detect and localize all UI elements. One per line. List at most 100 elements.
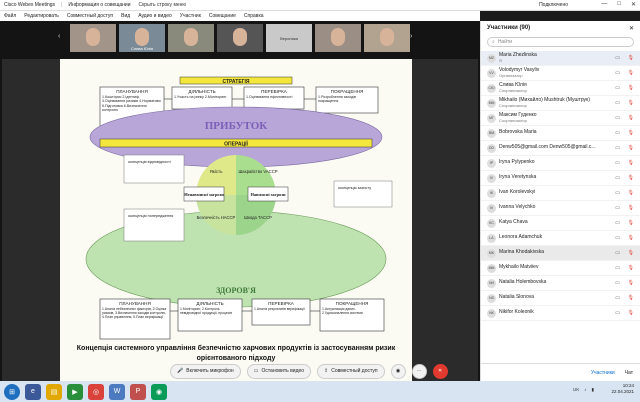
media-icon[interactable]: ▶ bbox=[67, 383, 83, 400]
participant-row[interactable]: DD Denw505@gmail.com Denw505@gmail.c... ▭ 🎙 bbox=[481, 141, 640, 156]
participant-row[interactable]: IP Iryna Pylypenko ▭ 🎙 bbox=[481, 156, 640, 171]
ie-icon[interactable]: e bbox=[25, 383, 41, 400]
participant-row[interactable]: IV Ivanna Velychko ▭ 🎙 bbox=[481, 201, 640, 216]
camera-icon: ▭ bbox=[615, 235, 620, 241]
participant-row[interactable]: СЮ Слива Юлія Соорганизатор ▭ 🎙 bbox=[481, 81, 640, 96]
improve-bot-title: ПОКРАЩЕННЯ bbox=[336, 301, 369, 306]
participant-row[interactable]: MK Marina Khodakivska ▭ 🎙 bbox=[481, 246, 640, 261]
participant-row[interactable]: BM Bobrovska Maria ▭ 🎙 bbox=[481, 126, 640, 141]
mic-muted-icon[interactable]: 🎙 bbox=[628, 145, 634, 151]
mic-muted-icon[interactable]: 🎙 bbox=[628, 220, 634, 226]
menu-edit[interactable]: Редактировать bbox=[24, 13, 59, 19]
participant-row[interactable]: MZ Maria Zhezlinska Я ▭ 🎙 bbox=[481, 51, 640, 66]
thumbs-prev-icon[interactable]: ‹ bbox=[58, 33, 60, 40]
menu-meeting[interactable]: Совещание bbox=[209, 13, 236, 19]
hide-menu-button[interactable]: Скрыть строку меню bbox=[139, 2, 187, 8]
end-call-button[interactable]: ✕ bbox=[432, 363, 448, 379]
participant-search[interactable]: ⌕ Найти bbox=[487, 37, 634, 47]
avatar: СЮ bbox=[487, 83, 496, 93]
record-button[interactable]: ◉ bbox=[390, 363, 406, 379]
mic-muted-icon[interactable]: 🎙 bbox=[628, 130, 634, 136]
menu-audio-video[interactable]: Аудио и видео bbox=[138, 13, 172, 19]
lang-indicator[interactable]: UK bbox=[573, 387, 579, 393]
act-bot-title: ДІЯЛЬНІСТЬ bbox=[196, 301, 223, 306]
chat-tab[interactable]: Чат bbox=[625, 370, 633, 376]
chrome-icon[interactable]: ◎ bbox=[88, 383, 104, 400]
video-button[interactable]: ▭ Остановить видео bbox=[246, 363, 312, 379]
participant-info: Nikifor Koleonik bbox=[499, 310, 534, 316]
word-icon[interactable]: W bbox=[109, 383, 125, 400]
more-button[interactable]: ⋯ bbox=[411, 363, 427, 379]
meeting-info-button[interactable]: Информация о совещании bbox=[68, 2, 130, 8]
video-thumb[interactable]: Слива Юлія bbox=[119, 24, 165, 52]
mic-muted-icon[interactable]: 🎙 bbox=[628, 115, 634, 121]
minimize-button[interactable]: — bbox=[601, 1, 607, 8]
menu-help[interactable]: Справка bbox=[244, 13, 264, 19]
volume-icon[interactable]: ♪ bbox=[584, 387, 586, 393]
mic-muted-icon[interactable]: 🎙 bbox=[628, 175, 634, 181]
mic-muted-icon[interactable]: 🎙 bbox=[628, 295, 634, 301]
mute-button[interactable]: 🎤 Включить микрофон bbox=[170, 363, 241, 379]
participant-row[interactable]: LA Leonora Adamchuk ▭ 🎙 bbox=[481, 231, 640, 246]
mic-muted-icon[interactable]: 🎙 bbox=[628, 160, 634, 166]
maximize-button[interactable]: □ bbox=[617, 1, 621, 8]
participant-row[interactable]: KC Katya Chava ▭ 🎙 bbox=[481, 216, 640, 231]
mic-muted-icon[interactable]: 🎙 bbox=[628, 205, 634, 211]
avatar: IP bbox=[487, 158, 496, 168]
participant-row[interactable]: VV Volodymyr Vasyliv Организатор ▭ 🎙 bbox=[481, 66, 640, 81]
threat-unintent: Ненавмисні загрози bbox=[184, 192, 224, 197]
participant-role: Я bbox=[499, 58, 502, 64]
menu-share[interactable]: Совместный доступ bbox=[67, 13, 113, 19]
webex-icon[interactable]: ◉ bbox=[151, 383, 167, 400]
participant-name: Marina Khodakivska bbox=[499, 249, 545, 256]
participant-row[interactable]: МГ Максим Гуденко Соорганизатор ▭ 🎙 bbox=[481, 111, 640, 126]
mic-muted-icon[interactable]: 🎙 bbox=[628, 190, 634, 196]
mic-muted-icon[interactable]: 🎙 bbox=[628, 280, 634, 286]
improve-top-items: 1.Розроблення заходів покращення bbox=[318, 95, 356, 104]
share-label: Совместный доступ bbox=[331, 368, 378, 374]
folder-icon[interactable]: ▤ bbox=[46, 383, 62, 400]
video-thumb[interactable]: Вероника bbox=[266, 24, 312, 52]
participant-row[interactable]: IK Ivan Korolevskyi ▭ 🎙 bbox=[481, 186, 640, 201]
menu-participant[interactable]: Участник bbox=[180, 13, 201, 19]
mic-muted-icon[interactable]: 🎙 bbox=[628, 85, 634, 91]
menu-view[interactable]: Вид bbox=[121, 13, 130, 19]
close-button[interactable]: ✕ bbox=[631, 1, 636, 8]
participants-tab[interactable]: Участники bbox=[591, 370, 615, 376]
camera-icon: ▭ bbox=[615, 145, 620, 151]
meeting-stage: ‹ Слива Юлія Вероника › СТРАТЕГІЯ ПЛАНУВ… bbox=[0, 21, 480, 381]
participant-face bbox=[233, 28, 247, 46]
participant-row[interactable]: IV Iryna Veretynska ▭ 🎙 bbox=[481, 171, 640, 186]
plan-top-title: ПЛАНУВАННЯ bbox=[116, 89, 148, 94]
participant-row[interactable]: NK Nikifor Koleonik ▭ 🎙 bbox=[481, 306, 640, 321]
mic-muted-icon[interactable]: 🎙 bbox=[628, 55, 634, 61]
participant-row[interactable]: MM Mikhailo (Михайло) Mushtruk (Муштрук) С… bbox=[481, 96, 640, 111]
menu-file[interactable]: Файл bbox=[4, 13, 16, 19]
video-thumb[interactable] bbox=[217, 24, 263, 52]
participant-row[interactable]: NH Natalia Holembovska ▭ 🎙 bbox=[481, 276, 640, 291]
start-icon[interactable]: ⊞ bbox=[4, 383, 20, 400]
search-icon: ⌕ bbox=[492, 39, 495, 45]
video-thumb[interactable] bbox=[364, 24, 410, 52]
mic-muted-icon[interactable]: 🎙 bbox=[628, 310, 634, 316]
participant-row[interactable]: NS Natalia Slonova ▭ 🎙 bbox=[481, 291, 640, 306]
network-icon[interactable]: ▮ bbox=[592, 387, 594, 393]
mic-muted-icon[interactable]: 🎙 bbox=[628, 70, 634, 76]
close-panel-icon[interactable]: ✕ bbox=[629, 25, 634, 32]
video-thumb[interactable] bbox=[315, 24, 361, 52]
avatar: IK bbox=[487, 188, 496, 198]
participant-info: Katya Chava bbox=[499, 220, 528, 226]
camera-icon: ▭ bbox=[615, 115, 620, 121]
video-thumb[interactable] bbox=[70, 24, 116, 52]
participant-row[interactable]: MM Mykhailo Matviiev ▭ 🎙 bbox=[481, 261, 640, 276]
mic-muted-icon[interactable]: 🎙 bbox=[628, 250, 634, 256]
share-button[interactable]: ⇪ Совместный доступ bbox=[317, 363, 385, 379]
clock[interactable]: 10:24 22.04.2021 bbox=[611, 383, 634, 395]
thumbs-next-icon[interactable]: › bbox=[410, 33, 412, 40]
video-thumb[interactable] bbox=[168, 24, 214, 52]
mic-muted-icon[interactable]: 🎙 bbox=[628, 235, 634, 241]
powerpoint-icon[interactable]: P bbox=[130, 383, 146, 400]
mic-muted-icon[interactable]: 🎙 bbox=[628, 100, 634, 106]
avatar: MM bbox=[487, 263, 496, 273]
mic-muted-icon[interactable]: 🎙 bbox=[628, 265, 634, 271]
